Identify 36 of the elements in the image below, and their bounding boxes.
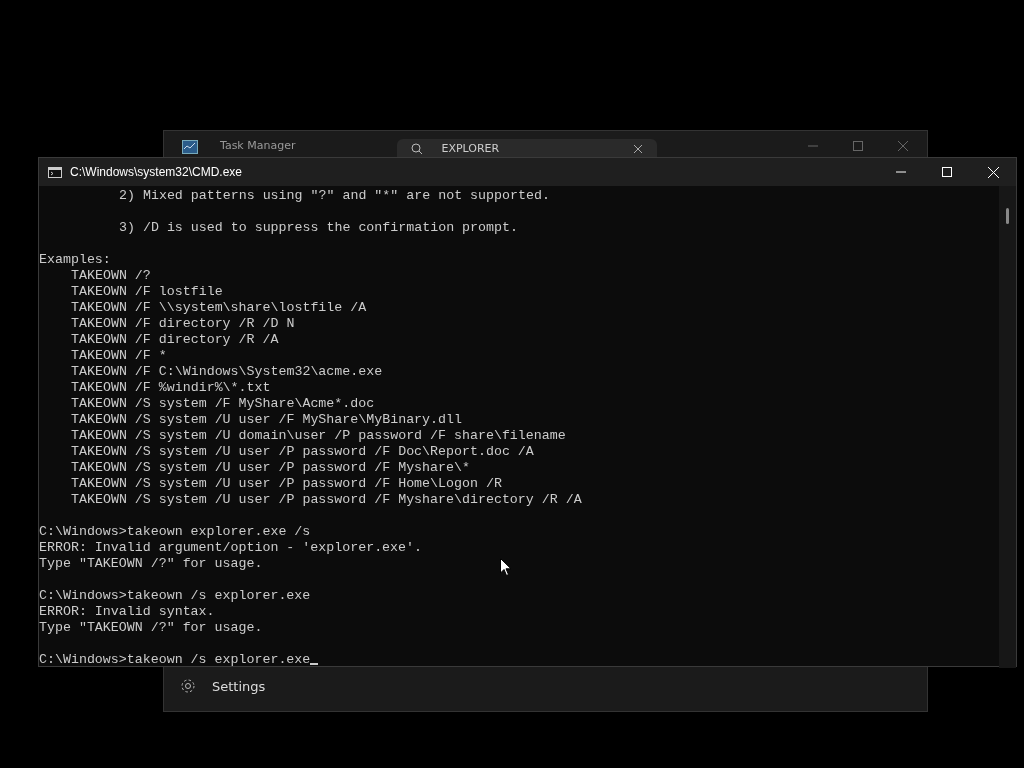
console-output-line: C:\Windows>takeown /s explorer.exe [39,588,311,603]
chart-icon [182,140,198,154]
mouse-pointer-icon [500,558,512,577]
console-output-line: Examples: [39,252,111,267]
console-output-line: Type "TAKEOWN /?" for usage. [39,556,263,571]
console-output-line: 3) /D is used to suppress the confirmation prompt. [119,220,518,235]
console-output-line: Type "TAKEOWN /?" for usage. [39,620,263,635]
console-output-line: TAKEOWN /F lostfile [71,284,223,299]
console-output-line: TAKEOWN /F C:\Windows\System32\acme.exe [71,364,383,379]
console-output-line: TAKEOWN /S system /U user /F MyShare\MyBinary.dll [71,412,462,427]
console-output-line: TAKEOWN /F directory /R /D N [71,316,295,331]
terminal-icon [48,166,62,178]
clear-icon[interactable] [633,143,644,154]
console-output-line: TAKEOWN /F %windir%\*.txt [71,380,271,395]
console-output-line: TAKEOWN /S system /U user /P password /F Home\Logon /R [71,476,502,491]
console-output-line: TAKEOWN /S system /U domain\user /P password /F share\filename [71,428,566,443]
settings-nav-item[interactable]: Settings [164,665,282,707]
console-output-line: TAKEOWN /S system /U user /P password /F Myshare\* [71,460,470,475]
console-output-line: ERROR: Invalid syntax. [39,604,215,619]
console-output-line: TAKEOWN /S system /U user /P password /F Myshare\directory /R /A [71,492,582,507]
window-title: Task Manager [220,139,296,152]
text-cursor [310,663,319,665]
console-output-line: 2) Mixed patterns using "?" and "*" are not supported. [119,188,550,203]
search-icon [411,142,424,155]
console-output-line: TAKEOWN /S system /U user /P password /F Doc\Report.doc /A [71,444,534,459]
console-output-line: ERROR: Invalid argument/option - 'explorer.exe'. [39,540,422,555]
console-output-line: TAKEOWN /F \\system\share\lostfile /A [71,300,367,315]
console-output-line: TAKEOWN /? [71,268,151,283]
console-output-line: C:\Windows>takeown explorer.exe /s [39,524,311,539]
console-output-line: TAKEOWN /S system /F MyShare\Acme*.doc [71,396,375,411]
command-prompt-line[interactable]: C:\Windows>takeown /s explorer.exe [39,652,311,667]
console-output-line: TAKEOWN /F directory /R /A [71,332,279,347]
console-output-line: TAKEOWN /F * [71,348,167,363]
scrollbar-thumb[interactable] [1006,208,1009,224]
settings-icon [180,678,196,694]
window-title: C:\Windows\system32\CMD.exe [70,165,243,179]
